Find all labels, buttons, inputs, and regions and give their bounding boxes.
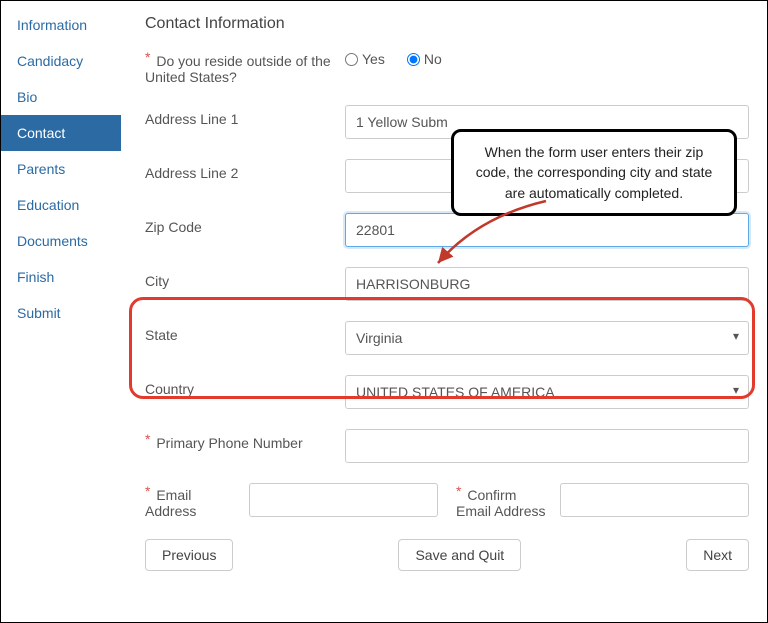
phone-label-text: Primary Phone Number [156, 435, 302, 451]
reside-radio-group: Yes No [345, 47, 749, 67]
reside-yes-radio[interactable] [345, 53, 358, 66]
sidebar-item-documents[interactable]: Documents [1, 223, 121, 259]
city-label: City [145, 267, 345, 289]
required-indicator: * [145, 431, 150, 447]
email-label-text: Email Address [145, 487, 196, 519]
row-reside: * Do you reside outside of the United St… [145, 47, 749, 85]
sidebar-item-submit[interactable]: Submit [1, 295, 121, 331]
email-input[interactable] [249, 483, 438, 517]
city-input[interactable] [345, 267, 749, 301]
section-title: Contact Information [145, 15, 749, 33]
sidebar-item-education[interactable]: Education [1, 187, 121, 223]
confirm-email-label: * Confirm Email Address [456, 483, 552, 519]
required-indicator: * [145, 483, 150, 499]
sidebar-item-information[interactable]: Information [1, 7, 121, 43]
sidebar-item-finish[interactable]: Finish [1, 259, 121, 295]
sidebar: Information Candidacy Bio Contact Parent… [1, 1, 121, 622]
confirm-email-input[interactable] [560, 483, 749, 517]
email-col: * Email Address [145, 483, 438, 519]
addr1-label: Address Line 1 [145, 105, 345, 127]
reside-no-radio[interactable] [407, 53, 420, 66]
sidebar-item-candidacy[interactable]: Candidacy [1, 43, 121, 79]
app-frame: Information Candidacy Bio Contact Parent… [0, 0, 768, 623]
reside-label: * Do you reside outside of the United St… [145, 47, 345, 85]
addr2-label: Address Line 2 [145, 159, 345, 181]
confirm-email-label-text: Confirm Email Address [456, 487, 545, 519]
main-content: Contact Information * Do you reside outs… [121, 1, 767, 622]
reside-yes-label: Yes [362, 51, 385, 67]
sidebar-item-bio[interactable]: Bio [1, 79, 121, 115]
country-select[interactable]: UNITED STATES OF AMERICA [345, 375, 749, 409]
confirm-email-col: * Confirm Email Address [456, 483, 749, 519]
callout-box: When the form user enters their zip code… [451, 129, 737, 216]
reside-no-option[interactable]: No [407, 51, 442, 67]
zip-label: Zip Code [145, 213, 345, 235]
required-indicator: * [145, 49, 150, 65]
row-country: Country UNITED STATES OF AMERICA [145, 375, 749, 409]
phone-label: * Primary Phone Number [145, 429, 345, 451]
email-label: * Email Address [145, 483, 241, 519]
reside-yes-option[interactable]: Yes [345, 51, 385, 67]
phone-input[interactable] [345, 429, 749, 463]
state-label: State [145, 321, 345, 343]
save-and-quit-button[interactable]: Save and Quit [398, 539, 521, 571]
reside-no-label: No [424, 51, 442, 67]
next-button[interactable]: Next [686, 539, 749, 571]
sidebar-item-contact[interactable]: Contact [1, 115, 121, 151]
country-label: Country [145, 375, 345, 397]
required-indicator: * [456, 483, 461, 499]
row-zip: Zip Code [145, 213, 749, 247]
button-row: Previous Save and Quit Next [145, 539, 749, 571]
row-state: State Virginia [145, 321, 749, 355]
row-city: City [145, 267, 749, 301]
zip-input[interactable] [345, 213, 749, 247]
state-select[interactable]: Virginia [345, 321, 749, 355]
previous-button[interactable]: Previous [145, 539, 233, 571]
sidebar-item-parents[interactable]: Parents [1, 151, 121, 187]
reside-label-text: Do you reside outside of the United Stat… [145, 53, 331, 85]
row-emails: * Email Address * Confirm Email Address [145, 483, 749, 519]
row-phone: * Primary Phone Number [145, 429, 749, 463]
